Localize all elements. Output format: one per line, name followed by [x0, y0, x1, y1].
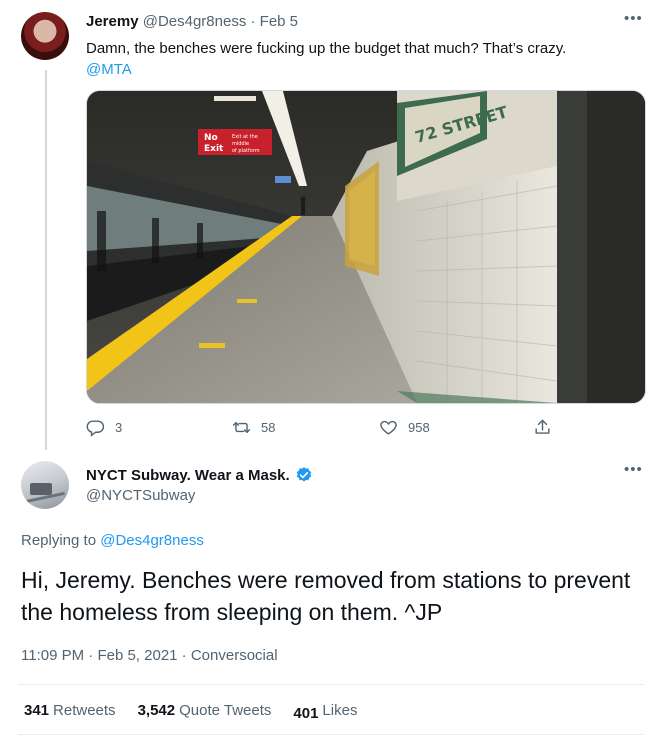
like-count: 958: [408, 419, 430, 435]
heart-icon: [380, 420, 397, 435]
replying-prefix: Replying to: [21, 532, 97, 549]
tweet-metadata: 11:09 PM · Feb 5, 2021 · Conversocial: [21, 647, 278, 664]
train-graphic: [30, 483, 52, 495]
thread-line: [45, 70, 47, 450]
tweet2-header: NYCT Subway. Wear a Mask.: [86, 466, 313, 484]
author-name[interactable]: Jeremy: [86, 13, 139, 30]
exit-sign-detail-1: Exit at the: [232, 134, 258, 140]
tweet-time[interactable]: 11:09 PM: [21, 647, 84, 664]
share-button[interactable]: [533, 416, 552, 438]
replying-to-link[interactable]: @Des4gr8ness: [100, 532, 204, 549]
exit-sign-detail-2: middle: [232, 141, 249, 147]
like-button[interactable]: 958: [379, 416, 430, 438]
likes-count: 401: [293, 705, 319, 722]
tweet-body: Damn, the benches were fucking up the bu…: [86, 40, 567, 57]
divider: [18, 734, 644, 735]
exit-sign-no: No: [204, 133, 218, 143]
avatar[interactable]: [21, 461, 69, 509]
likes-label: Likes: [322, 702, 358, 719]
more-options-icon[interactable]: •••: [624, 461, 643, 478]
tweet-time[interactable]: Feb 5: [260, 13, 298, 30]
engagement-stats: 341 Retweets 3,542 Quote Tweets 401 Likes: [24, 702, 358, 722]
tweet-date[interactable]: Feb 5, 2021: [97, 647, 177, 664]
retweet-count: 58: [261, 419, 276, 435]
reply-button[interactable]: 3: [86, 416, 122, 438]
tweet1-text: Damn, the benches were fucking up the bu…: [86, 38, 646, 80]
replying-to: Replying to @Des4gr8ness: [21, 532, 204, 549]
retweet-button[interactable]: 58: [232, 416, 275, 438]
exit-sign-exit: Exit: [204, 144, 224, 154]
separator: ·: [181, 647, 187, 664]
verified-badge-icon: [296, 467, 311, 482]
retweets-count: 341: [24, 702, 50, 719]
mention-link[interactable]: @MTA: [86, 61, 132, 78]
tweet2-text: Hi, Jeremy. Benches were removed from st…: [21, 567, 631, 625]
quote-tweets-count: 3,542: [137, 702, 176, 719]
avatar[interactable]: [21, 12, 69, 60]
retweets-label: Retweets: [53, 702, 116, 719]
subway-platform-photo: 72 STREET No Exit Exit at the middle of …: [87, 91, 645, 403]
retweet-icon: [232, 421, 251, 433]
author-name[interactable]: NYCT Subway. Wear a Mask.: [86, 467, 290, 484]
divider: [18, 684, 644, 685]
tweet1-header: Jeremy @Des4gr8ness · Feb 5: [86, 13, 298, 30]
share-icon: [535, 419, 550, 434]
quote-tweets-stat[interactable]: 3,542 Quote Tweets: [138, 702, 272, 719]
retweets-stat[interactable]: 341 Retweets: [24, 702, 116, 719]
author-handle[interactable]: @NYCTSubway: [86, 487, 195, 504]
tweet-photo[interactable]: 72 STREET No Exit Exit at the middle of …: [86, 90, 646, 404]
quote-tweets-label: Quote Tweets: [179, 702, 272, 719]
reply-icon: [86, 419, 105, 437]
more-options-icon[interactable]: •••: [624, 10, 643, 27]
exit-sign-detail-3: of platform: [232, 148, 260, 154]
separator: ·: [250, 13, 256, 30]
reply-count: 3: [115, 419, 123, 435]
author-handle[interactable]: @Des4gr8ness: [143, 13, 247, 30]
likes-stat[interactable]: 401 Likes: [293, 702, 358, 722]
separator: ·: [88, 647, 94, 664]
tweet-source[interactable]: Conversocial: [191, 647, 278, 664]
